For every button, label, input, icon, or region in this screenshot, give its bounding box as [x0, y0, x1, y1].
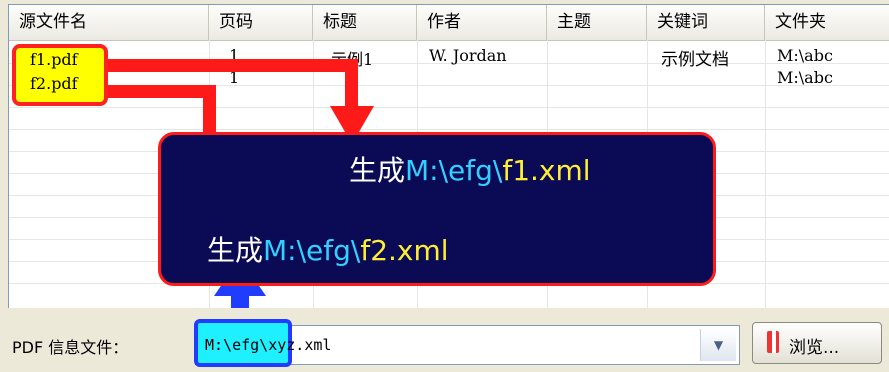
dropdown-button[interactable]: ▼: [700, 329, 736, 361]
info-file-value[interactable]: M:\efg\xyz.xml: [205, 336, 331, 354]
file-name-f1[interactable]: f1.pdf: [30, 50, 78, 69]
source-files-highlight: f1.pdf f2.pdf: [12, 44, 108, 106]
col-header-subject[interactable]: 主题: [547, 5, 647, 40]
folder-icon: [767, 331, 779, 353]
cell-folder: M:\abc: [777, 68, 833, 87]
cell-title: 示例1: [331, 50, 374, 69]
cell-keywords: 示例文档: [661, 50, 729, 70]
cell-page: 1: [229, 46, 240, 65]
browse-label: 浏览...: [789, 338, 840, 358]
cell-folder: M:\abc: [777, 46, 833, 65]
file-name-f2[interactable]: f2.pdf: [30, 74, 78, 93]
output-f1-text: 生成M:\efg\f1.xml: [349, 154, 591, 187]
browse-button[interactable]: 浏览...: [752, 322, 882, 364]
output-f2-text: 生成M:\efg\f2.xml: [207, 234, 449, 267]
col-header-page[interactable]: 页码: [209, 5, 313, 40]
col-header-keywords[interactable]: 关键词: [647, 5, 765, 40]
chevron-down-icon: ▼: [713, 338, 724, 352]
cell-author: W. Jordan: [429, 46, 507, 65]
output-callout: 生成M:\efg\f1.xml 生成M:\efg\f2.xml: [158, 132, 716, 286]
col-header-folder[interactable]: 文件夹: [765, 5, 889, 40]
cell-page: 1: [229, 68, 240, 87]
col-header-author[interactable]: 作者: [417, 5, 547, 40]
info-file-label: PDF 信息文件：: [12, 338, 129, 357]
col-header-title[interactable]: 标题: [313, 5, 417, 40]
table-header: 源文件名 页码 标题 作者 主题 关键词 文件夹: [9, 5, 889, 41]
col-header-source-file[interactable]: 源文件名: [9, 5, 209, 40]
